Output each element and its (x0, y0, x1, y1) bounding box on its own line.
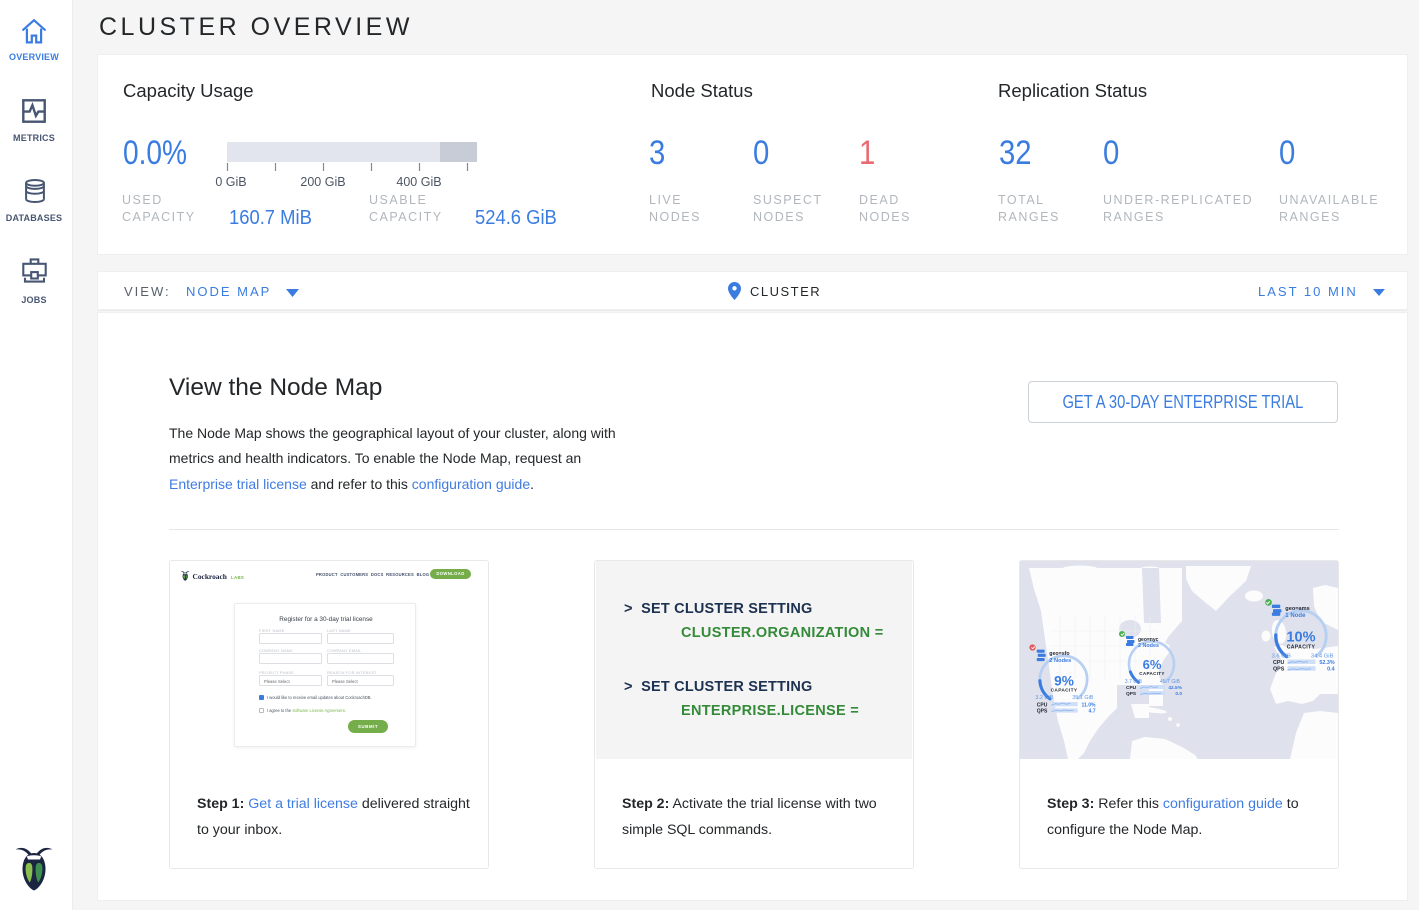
svg-text:4.7: 4.7 (1089, 709, 1096, 715)
svg-text:QPS: QPS (1126, 691, 1137, 697)
svg-text:34.4 GiB: 34.4 GiB (1311, 653, 1334, 659)
svg-text:0.4: 0.4 (1327, 667, 1334, 673)
svg-text:CAPACITY: CAPACITY (1051, 688, 1078, 694)
svg-text:52.3%: 52.3% (1319, 660, 1334, 666)
svg-text:6%: 6% (1143, 657, 1162, 672)
svg-text:9%: 9% (1054, 673, 1074, 688)
svg-text:35.1 GiB: 35.1 GiB (1072, 695, 1094, 701)
svg-text:LABS: LABS (231, 575, 244, 580)
svg-text:45.7 GiB: 45.7 GiB (1160, 679, 1181, 685)
svg-text:3.7 GiB: 3.7 GiB (1125, 679, 1143, 685)
svg-text:2 Nodes: 2 Nodes (1049, 658, 1071, 664)
svg-text:QPS: QPS (1037, 709, 1048, 715)
svg-text:11.0%: 11.0% (1082, 702, 1097, 708)
svg-text:geo=sfo: geo=sfo (1049, 651, 1069, 657)
svg-text:QPS: QPS (1273, 667, 1285, 673)
svg-text:CPU: CPU (1126, 685, 1137, 691)
svg-text:0.0: 0.0 (1175, 691, 1182, 697)
svg-text:3.2 GiB: 3.2 GiB (1035, 695, 1054, 701)
svg-text:400 GiB: 400 GiB (396, 175, 441, 189)
svg-text:10%: 10% (1286, 630, 1315, 646)
svg-text:CAPACITY: CAPACITY (1139, 671, 1165, 676)
svg-text:1 Node: 1 Node (1285, 613, 1306, 619)
svg-text:200 GiB: 200 GiB (300, 175, 345, 189)
svg-text:CPU: CPU (1037, 702, 1048, 708)
svg-text:Cockroach: Cockroach (193, 572, 227, 581)
svg-text:2 Nodes: 2 Nodes (1138, 643, 1159, 649)
svg-text:3.6 GiB: 3.6 GiB (1272, 653, 1292, 659)
svg-text:42.5%: 42.5% (1168, 685, 1182, 691)
svg-text:CAPACITY: CAPACITY (1287, 644, 1316, 650)
svg-text:CPU: CPU (1273, 660, 1284, 666)
svg-text:geo=ams: geo=ams (1285, 606, 1309, 612)
svg-text:0 GiB: 0 GiB (215, 175, 246, 189)
